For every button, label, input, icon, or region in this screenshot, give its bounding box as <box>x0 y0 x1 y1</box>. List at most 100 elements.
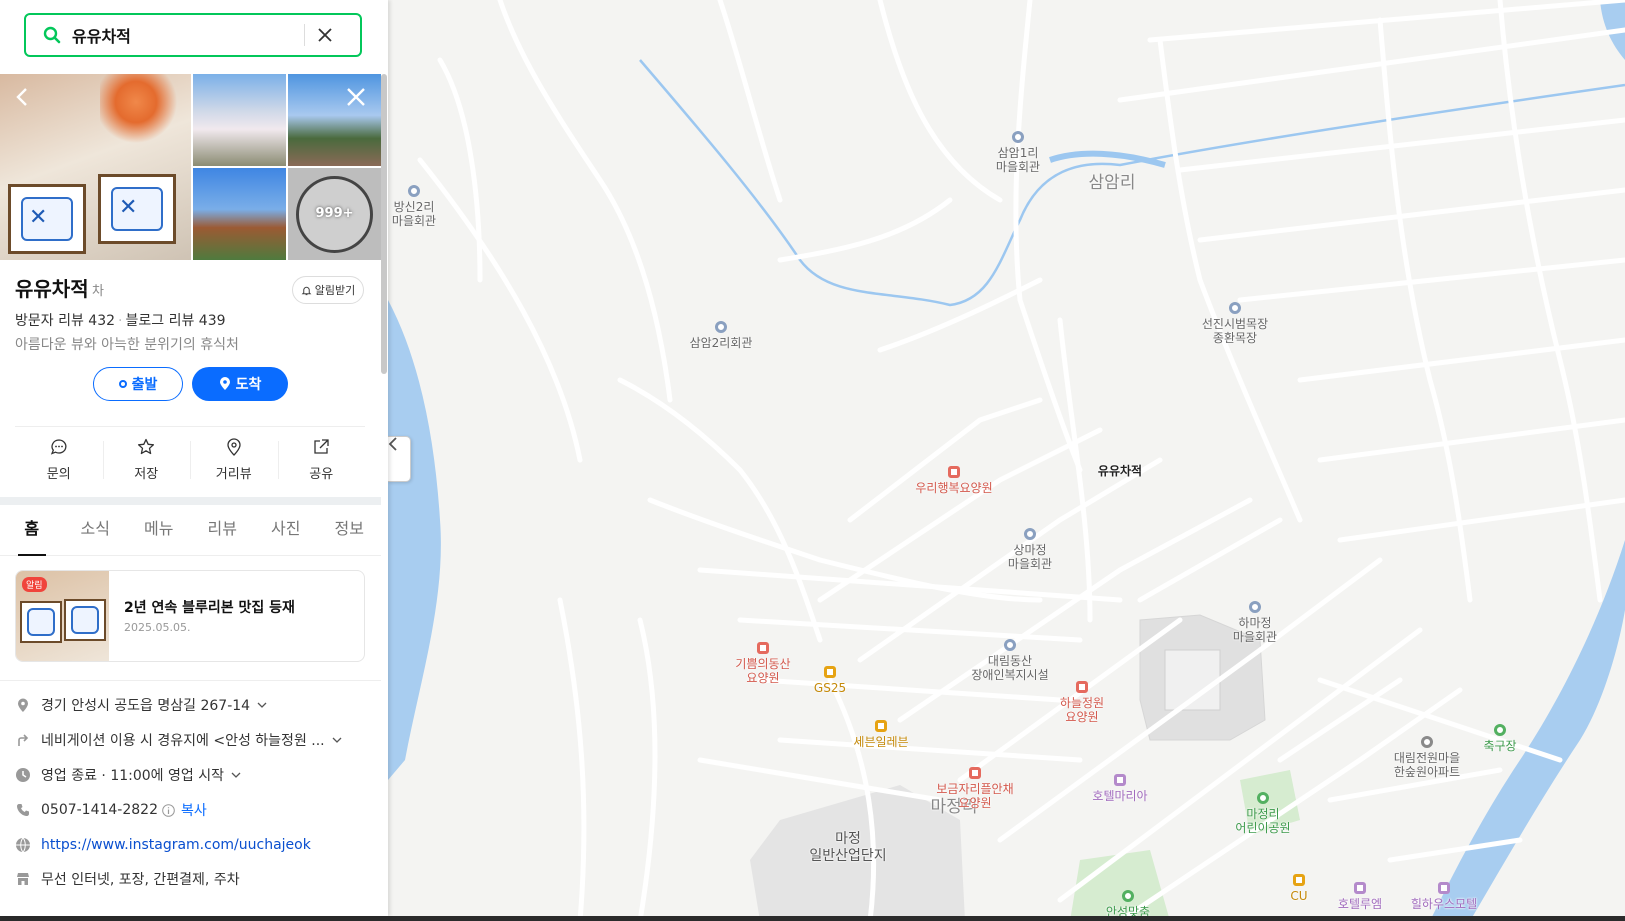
poi-marker[interactable] <box>757 642 769 654</box>
poi-label[interactable]: 하마정 마을회관 <box>1233 616 1277 644</box>
panel-scrollbar[interactable] <box>381 74 387 374</box>
poi-marker[interactable] <box>1354 882 1366 894</box>
flower-graphic <box>100 74 190 144</box>
poi-marker[interactable] <box>1122 890 1134 902</box>
map-pin-icon <box>227 438 241 456</box>
tab-reviews[interactable]: 리뷰 <box>191 505 255 555</box>
poi-label[interactable]: 삼암1리 마을회관 <box>996 146 1040 174</box>
navigation-row[interactable]: 네비게이션 이용 시 경유지에 <안성 하늘정원 ... <box>15 729 375 751</box>
origin-ring-icon <box>118 380 127 388</box>
poi-label[interactable]: 축구장 <box>1483 739 1516 753</box>
alarm-button[interactable]: 알림받기 <box>292 276 364 304</box>
search-box[interactable] <box>24 13 362 57</box>
clear-search-button[interactable] <box>305 15 345 55</box>
poi-marker[interactable] <box>875 720 887 732</box>
chevron-left-icon[interactable] <box>10 84 36 110</box>
photo-frame-graphic <box>20 601 62 643</box>
poi-marker[interactable] <box>1012 131 1024 143</box>
poi-marker[interactable] <box>1421 736 1433 748</box>
save-button[interactable]: 저장 <box>102 437 191 487</box>
visitor-review-link[interactable]: 방문자 리뷰 432 <box>15 313 115 329</box>
poi-label[interactable]: 우리행복요양원 <box>915 481 992 495</box>
tab-info[interactable]: 정보 <box>318 505 382 555</box>
chevron-down-icon[interactable] <box>230 769 242 781</box>
photo-gallery[interactable]: ✕ ✕ 999+ <box>0 74 381 260</box>
photo-thumb[interactable] <box>193 168 286 260</box>
notice-card[interactable]: 알림 2년 연속 블루리본 맛집 등재 2025.05.05. <box>15 570 365 662</box>
poi-marker[interactable] <box>715 321 727 333</box>
address-row[interactable]: 경기 안성시 공도읍 명삼길 267-14 <box>15 694 375 716</box>
photo-more-count: 999+ <box>315 206 354 221</box>
tab-home[interactable]: 홈 <box>0 505 64 556</box>
share-button[interactable]: 공유 <box>277 437 366 487</box>
poi-marker[interactable] <box>1438 882 1450 894</box>
tab-menu[interactable]: 메뉴 <box>127 505 191 555</box>
website-link[interactable]: https://www.instagram.com/uuchajeok <box>41 837 311 853</box>
area-label-industrial-complex: 마정 일반산업단지 <box>809 831 887 864</box>
blog-review-link[interactable]: 블로그 리뷰 439 <box>125 313 225 329</box>
poi-marker[interactable] <box>1024 528 1036 540</box>
photo-frame-graphic <box>64 599 106 641</box>
star-icon <box>138 438 155 455</box>
tab-bar: 홈 소식 메뉴 리뷰 사진 정보 <box>0 505 381 556</box>
poi-label[interactable]: CU <box>1290 889 1307 903</box>
poi-marker[interactable] <box>948 466 960 478</box>
place-tagline: 아름다운 뷰와 아늑한 분위기의 휴식처 <box>15 337 239 353</box>
poi-label[interactable]: 세븐일레븐 <box>853 735 908 749</box>
poi-marker[interactable] <box>408 185 420 197</box>
poi-marker[interactable] <box>969 767 981 779</box>
photo-thumb[interactable] <box>193 74 286 166</box>
photo-more[interactable]: 999+ <box>288 168 381 260</box>
chat-bubble-icon <box>50 439 67 455</box>
hours-text: 영업 종료 · 11:00에 영업 시작 <box>41 768 224 784</box>
poi-label[interactable]: 삼암2리회관 <box>690 336 753 350</box>
poi-marker[interactable] <box>1076 681 1088 693</box>
pin-label[interactable]: 유유차적 <box>1098 462 1142 479</box>
poi-label[interactable]: 선진시범목장 종환목장 <box>1202 317 1268 345</box>
poi-marker[interactable] <box>1293 874 1305 886</box>
poi-label[interactable]: GS25 <box>814 681 846 695</box>
globe-icon <box>16 837 30 853</box>
poi-marker[interactable] <box>1229 302 1241 314</box>
poi-label[interactable]: 하늘정원 요양원 <box>1060 696 1104 724</box>
inquiry-button[interactable]: 문의 <box>15 437 103 487</box>
poi-marker[interactable] <box>824 666 836 678</box>
chevron-down-icon[interactable] <box>256 699 268 711</box>
action-bar: 문의 저장 거리뷰 공유 <box>15 437 365 487</box>
poi-label[interactable]: 대림동산 장애인복지시설 <box>971 654 1048 682</box>
search-input[interactable] <box>70 24 304 46</box>
poi-marker[interactable] <box>1257 792 1269 804</box>
place-category: 차 <box>92 284 104 299</box>
collapse-panel-button[interactable] <box>388 436 411 482</box>
copy-phone-button[interactable]: 복사 <box>181 800 207 820</box>
close-icon[interactable] <box>343 84 369 110</box>
arrive-route-button[interactable]: 도착 <box>192 367 288 401</box>
place-panel: ✕ ✕ 999+ 유유차적 차 알림받기 방문자 리뷰 432·블로그 리뷰 4… <box>0 0 388 916</box>
bottom-edge-bar <box>0 916 1625 921</box>
poi-marker[interactable] <box>1004 639 1016 651</box>
poi-label[interactable]: 보금자리플안채 요양원 <box>936 782 1013 810</box>
poi-label[interactable]: 호텔마리아 <box>1092 789 1147 803</box>
tab-photos[interactable]: 사진 <box>254 505 318 555</box>
area-label-samam-ri: 삼암리 <box>1088 173 1136 193</box>
tab-news[interactable]: 소식 <box>64 505 128 555</box>
action-label: 거리뷰 <box>215 467 252 482</box>
poi-label[interactable]: 방신2리 마을회관 <box>392 200 436 228</box>
poi-label[interactable]: 호텔루엠 <box>1338 897 1382 911</box>
poi-label[interactable]: 힐하우스모텔 <box>1411 897 1477 911</box>
facilities-row: 무선 인터넷, 포장, 간편결제, 주차 <box>15 868 375 890</box>
search-icon <box>43 26 61 44</box>
street-view-button[interactable]: 거리뷰 <box>190 437 278 487</box>
chevron-down-icon[interactable] <box>331 734 343 746</box>
poi-marker[interactable] <box>1249 601 1261 613</box>
hours-row[interactable]: 영업 종료 · 11:00에 영업 시작 <box>15 764 375 786</box>
arrive-label: 도착 <box>235 377 262 393</box>
poi-label[interactable]: 상마정 마을회관 <box>1008 543 1052 571</box>
poi-label[interactable]: 대림전원마을 한숲원아파트 <box>1394 751 1460 779</box>
poi-label[interactable]: 마정리 어린이공원 <box>1235 807 1290 835</box>
poi-marker[interactable] <box>1494 724 1506 736</box>
info-icon[interactable] <box>162 803 175 817</box>
poi-label[interactable]: 기쁨의동산 요양원 <box>735 657 790 685</box>
start-route-button[interactable]: 출발 <box>93 367 183 401</box>
poi-marker[interactable] <box>1114 774 1126 786</box>
